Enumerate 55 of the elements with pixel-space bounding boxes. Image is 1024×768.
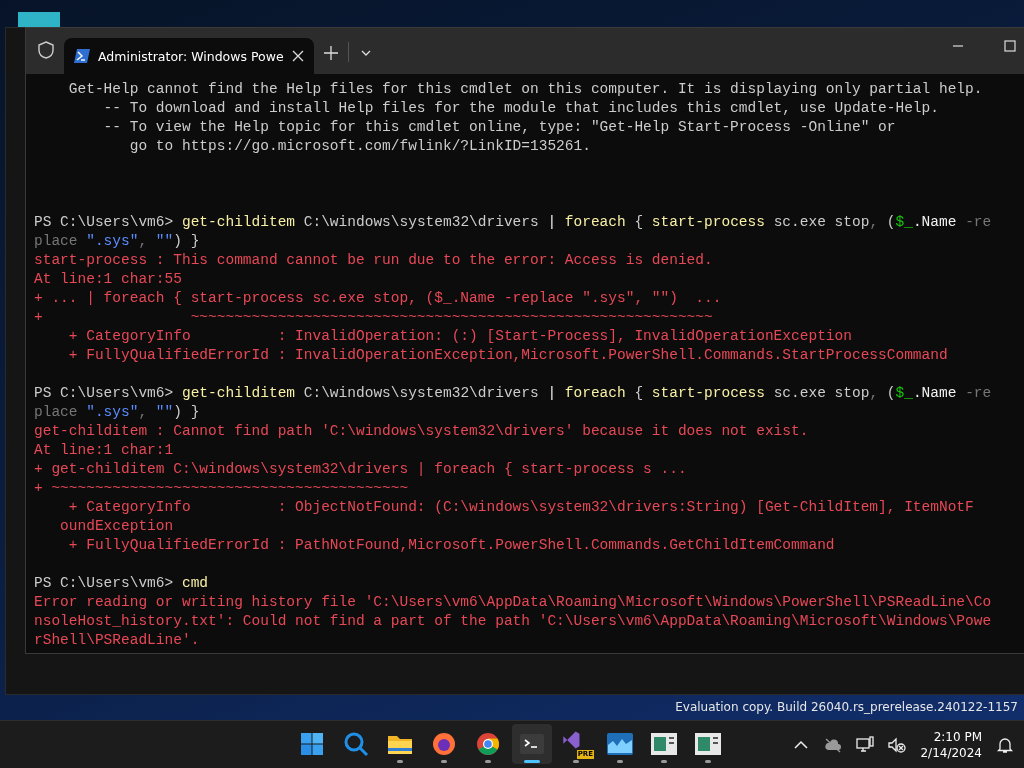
- browser-icon[interactable]: [432, 732, 456, 756]
- infinity-icon[interactable]: [561, 730, 581, 750]
- terminal-line: Get-Help cannot find the Help files for this cmdlet on this computer. It is displaying only partial help.: [67, 80, 983, 99]
- terminal-line: + FullyQualifiedErrorId : InvalidOperationException,Microsoft.PowerShell.Commands.StartProcessCommand: [67, 346, 948, 365]
- terminal-line: Error reading or writing history file 'C:\Users\vm6\AppData\Roaming\Microsoft\Windows\PowerShell\PSReadLine\Co: [34, 593, 992, 612]
- search-icon[interactable]: [343, 731, 369, 757]
- terminal-line: go to https://go.microsoft.com/fwlink/?LinkID=135261.: [128, 137, 591, 156]
- maximize-icon[interactable]: [1004, 40, 1016, 52]
- folder-icon[interactable]: [387, 733, 413, 755]
- desktop-icon[interactable]: [18, 12, 60, 28]
- network-icon[interactable]: [856, 735, 875, 754]
- volume-muted-icon[interactable]: [888, 735, 907, 754]
- running-indicator: [573, 760, 579, 763]
- terminal-line: + ~~~~~~~~~~~~~~~~~~~~~~~~~~~~~~~~~~~~~~~~~: [34, 479, 409, 498]
- taskbar-app[interactable]: [512, 724, 552, 764]
- browser-icon[interactable]: [476, 732, 500, 756]
- clock[interactable]: 2:10 PM 2/14/2024: [920, 728, 982, 761]
- powershell-icon: [74, 49, 90, 63]
- terminal-line: place ".sys", "") }: [34, 403, 200, 422]
- running-indicator: [661, 760, 667, 763]
- windows-logo-icon[interactable]: [300, 732, 324, 756]
- terminal-line: PS C:\Users\vm6> get-childitem C:\windows\system32\drivers | foreach { start-process sc.exe stop, ($_.Name -re: [34, 213, 992, 232]
- shield-icon: [36, 40, 56, 60]
- terminal-line: -- To view the Help topic for this cmdlet online, type: "Get-Help Start-Process -Online" or: [102, 118, 896, 137]
- running-indicator: [441, 760, 447, 763]
- terminal-tab[interactable]: Administrator: Windows Powe: [64, 38, 314, 74]
- terminal-line: + CategoryInfo : ObjectNotFound: (C:\windows\system32\drivers:String) [Get-ChildItem], ItemNotF: [67, 498, 974, 517]
- close-icon[interactable]: [291, 50, 304, 62]
- terminal-line: PS C:\Users\vm6> cmd: [34, 574, 209, 593]
- running-indicator: [524, 760, 540, 763]
- terminal-line: -- To download and install Help files for the module that includes this cmdlet, use Update-Help.: [102, 99, 939, 118]
- watermark-text: Evaluation copy. Build 26040.rs_prerelease.240122-1157: [675, 700, 1018, 714]
- terminal-line: + FullyQualifiedErrorId : PathNotFound,Microsoft.PowerShell.Commands.GetChildItemCommand: [67, 536, 835, 555]
- document-icon[interactable]: [695, 733, 721, 755]
- terminal-line: + ... | foreach { start-process sc.exe stop, ($_.Name -replace ".sys", "") ...: [34, 289, 722, 308]
- add-tab-icon[interactable]: [323, 46, 338, 60]
- terminal-icon[interactable]: [520, 734, 544, 754]
- terminal-line: PS C:\Users\vm6> get-childitem C:\windows\system32\drivers | foreach { start-process sc.exe stop, ($_.Name -re: [34, 384, 992, 403]
- terminal-line: rShell\PSReadLine'.: [34, 631, 200, 650]
- terminal-line: At line:1 char:55: [34, 270, 182, 289]
- document-icon[interactable]: [651, 733, 677, 755]
- running-indicator: [617, 760, 623, 763]
- terminal-line: nsoleHost_history.txt': Could not find a part of the path 'C:\Users\vm6\AppData\Roaming\Microsoft\Windows\Powe: [34, 612, 992, 631]
- terminal-line: + get-childitem C:\windows\system32\drivers | foreach { start-process s ...: [34, 460, 687, 479]
- terminal-line: oundException: [59, 517, 174, 536]
- terminal-line: At line:1 char:1: [34, 441, 174, 460]
- terminal-line: get-childitem : Cannot find path 'C:\windows\system32\drivers' because it does not exist.: [34, 422, 809, 441]
- bell-icon[interactable]: [996, 735, 1014, 754]
- terminal-line: + CategoryInfo : InvalidOperation: (:) [Start-Process], InvalidOperationException: [67, 327, 852, 346]
- running-indicator: [485, 760, 491, 763]
- terminal-line: start-process : This command cannot be run due to the error: Access is denied.: [34, 251, 713, 270]
- running-indicator: [705, 760, 711, 763]
- terminal-line: place ".sys", "") }: [34, 232, 200, 251]
- running-indicator: [397, 760, 403, 763]
- terminal-line: + ~~~~~~~~~~~~~~~~~~~~~~~~~~~~~~~~~~~~~~~~~~~~~~~~~~~~~~~~~~~~: [34, 308, 713, 327]
